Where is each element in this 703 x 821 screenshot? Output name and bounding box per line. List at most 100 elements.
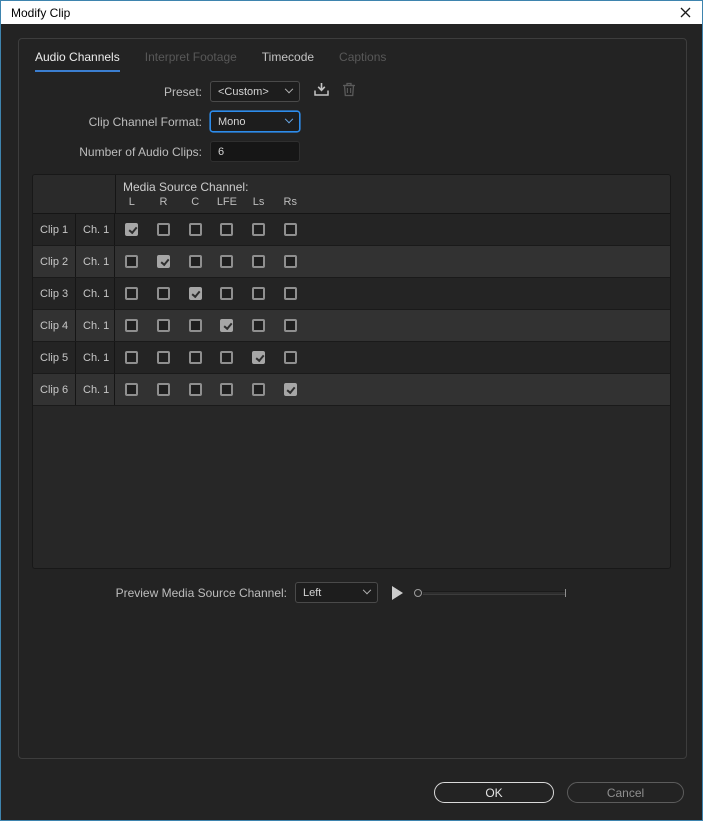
media-source-channel-label: Media Source Channel:: [123, 180, 249, 194]
clip-name-cell: Clip 3: [33, 278, 76, 309]
checkbox-clip4-rs[interactable]: [283, 319, 297, 332]
checkbox-clip5-r[interactable]: [157, 351, 171, 364]
checkbox-clip5-ls[interactable]: [252, 351, 266, 364]
preset-dropdown[interactable]: <Custom>: [210, 81, 300, 102]
preset-value: <Custom>: [218, 85, 269, 98]
checkbox-clip6-ls[interactable]: [252, 383, 266, 396]
number-of-audio-clips-input[interactable]: 6: [210, 141, 300, 162]
preview-channel-dropdown[interactable]: Left: [295, 582, 378, 603]
preview-media-source-channel-label: Preview Media Source Channel:: [115, 585, 287, 600]
checkbox-clip2-c[interactable]: [188, 255, 202, 268]
checkbox-clip6-r[interactable]: [157, 383, 171, 396]
checkbox-clip6-rs[interactable]: [283, 383, 297, 396]
column-header-l: L: [128, 196, 135, 208]
checkbox-clip4-c[interactable]: [188, 319, 202, 332]
column-header-rs: Rs: [283, 196, 297, 208]
column-header-r: R: [159, 196, 168, 208]
channel-cell: Ch. 1: [76, 278, 115, 309]
checkbox-clip2-rs[interactable]: [283, 255, 297, 268]
number-of-audio-clips-value: 6: [218, 145, 225, 158]
checkbox-clip3-r[interactable]: [157, 287, 171, 300]
number-of-audio-clips-label: Number of Audio Clips:: [79, 144, 202, 159]
checkbox-cells: [115, 342, 306, 373]
checkbox-clip5-lfe[interactable]: [220, 351, 234, 364]
channel-mapping-table: Media Source Channel: L R C LFE Ls Rs Cl…: [32, 174, 671, 569]
clip-channel-format-dropdown[interactable]: Mono: [210, 111, 300, 132]
checkbox-clip3-rs[interactable]: [283, 287, 297, 300]
close-icon: [680, 7, 691, 18]
preset-label: Preset:: [163, 84, 202, 99]
chevron-down-icon: [284, 84, 294, 93]
tab-audio-channels[interactable]: Audio Channels: [35, 50, 120, 72]
save-preset-icon: [313, 82, 330, 102]
checkbox-clip1-l[interactable]: [125, 223, 139, 236]
preset-row: Preset: <Custom>: [19, 81, 356, 102]
preview-row: Preview Media Source Channel: Left: [19, 582, 566, 603]
table-row: Clip 3 Ch. 1: [33, 278, 670, 310]
checkbox-cells: [115, 278, 306, 309]
clip-name-cell: Clip 6: [33, 374, 76, 405]
delete-preset-button: [342, 81, 356, 102]
clip-channel-format-label: Clip Channel Format:: [88, 114, 202, 129]
clip-channel-format-value: Mono: [218, 115, 246, 128]
checkbox-clip1-lfe[interactable]: [220, 223, 234, 236]
slider-knob[interactable]: [414, 588, 422, 597]
column-header-ls: Ls: [252, 196, 265, 208]
checkbox-clip2-lfe[interactable]: [220, 255, 234, 268]
title-bar: Modify Clip: [1, 1, 702, 24]
checkbox-clip5-l[interactable]: [125, 351, 139, 364]
chevron-down-icon: [284, 114, 294, 123]
checkbox-clip3-l[interactable]: [125, 287, 139, 300]
checkbox-clip2-l[interactable]: [125, 255, 139, 268]
checkbox-clip5-rs[interactable]: [283, 351, 297, 364]
tab-bar: Audio Channels Interpret Footage Timecod…: [35, 50, 386, 72]
table-row: Clip 6 Ch. 1: [33, 374, 670, 406]
checkbox-clip2-r[interactable]: [157, 255, 171, 268]
tab-timecode[interactable]: Timecode: [262, 50, 314, 72]
tab-captions: Captions: [339, 50, 387, 64]
tab-interpret-footage: Interpret Footage: [144, 50, 237, 64]
checkbox-clip2-ls[interactable]: [252, 255, 266, 268]
checkbox-cells: [115, 214, 306, 245]
checkbox-clip4-r[interactable]: [157, 319, 171, 332]
save-preset-button[interactable]: [313, 82, 330, 102]
cancel-button[interactable]: Cancel: [567, 782, 684, 803]
checkbox-clip1-r[interactable]: [157, 223, 171, 236]
checkbox-clip6-c[interactable]: [188, 383, 202, 396]
checkbox-clip5-c[interactable]: [188, 351, 202, 364]
preview-channel-value: Left: [303, 586, 322, 599]
checkbox-clip1-ls[interactable]: [252, 223, 266, 236]
checkbox-clip3-lfe[interactable]: [220, 287, 234, 300]
table-row: Clip 1 Ch. 1: [33, 214, 670, 246]
clip-channel-format-row: Clip Channel Format: Mono: [19, 111, 300, 132]
checkbox-clip6-l[interactable]: [125, 383, 139, 396]
column-header-c: C: [191, 196, 200, 208]
checkbox-clip3-ls[interactable]: [252, 287, 266, 300]
channel-cell: Ch. 1: [76, 342, 115, 373]
table-row: Clip 4 Ch. 1: [33, 310, 670, 342]
checkbox-clip4-ls[interactable]: [252, 319, 266, 332]
number-of-audio-clips-row: Number of Audio Clips: 6: [19, 141, 300, 162]
checkbox-clip6-lfe[interactable]: [220, 383, 234, 396]
checkbox-cells: [115, 246, 306, 277]
close-button[interactable]: [668, 1, 702, 24]
content-panel: Audio Channels Interpret Footage Timecod…: [18, 38, 687, 759]
table-row: Clip 5 Ch. 1: [33, 342, 670, 374]
slider-track-end: [564, 588, 566, 597]
chevron-down-icon: [362, 585, 372, 594]
checkbox-clip4-lfe[interactable]: [220, 319, 234, 332]
checkbox-cells: [115, 310, 306, 341]
play-icon[interactable]: [392, 585, 403, 600]
column-headers: L R C LFE Ls Rs: [116, 196, 306, 208]
channel-cell: Ch. 1: [76, 214, 115, 245]
slider-track[interactable]: [423, 590, 566, 595]
ok-button[interactable]: OK: [434, 782, 554, 803]
table-row: Clip 2 Ch. 1: [33, 246, 670, 278]
checkbox-clip1-c[interactable]: [188, 223, 202, 236]
checkbox-clip1-rs[interactable]: [283, 223, 297, 236]
clip-name-cell: Clip 4: [33, 310, 76, 341]
preview-volume-slider[interactable]: [414, 587, 566, 598]
checkbox-clip4-l[interactable]: [125, 319, 139, 332]
checkbox-clip3-c[interactable]: [188, 287, 202, 300]
clip-name-cell: Clip 5: [33, 342, 76, 373]
